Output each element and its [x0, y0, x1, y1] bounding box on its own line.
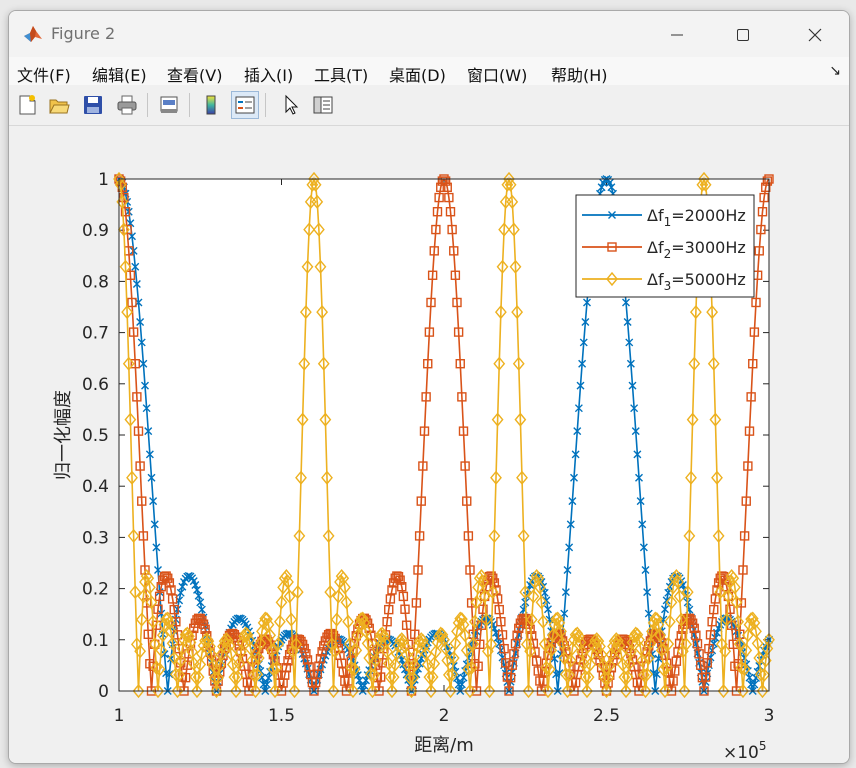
x-tick-label: 1.5 — [268, 706, 295, 726]
x-tick-label: 2 — [439, 706, 450, 726]
x-tick-label: 3 — [764, 706, 775, 726]
maximize-button[interactable] — [719, 19, 767, 51]
y-axis-label: 归一化幅度 — [53, 390, 74, 480]
legend[interactable]: Δf1=2000HzΔf2=3000HzΔf3=5000Hz — [575, 194, 755, 298]
open-file-button[interactable] — [45, 91, 73, 119]
save-button[interactable] — [79, 91, 107, 119]
open-file-icon — [49, 99, 70, 114]
menu-help[interactable]: 帮助(H) — [551, 62, 608, 86]
y-tick-label: 0.4 — [82, 477, 109, 497]
figure-canvas: 1 1.5 2 2.5 3 0 0.1 0.2 0.3 0.4 0.5 0.6 0.7 0.8 0.9 1 … — [9, 126, 849, 763]
insert-legend-button[interactable] — [231, 91, 259, 119]
x-tick-label: 2.5 — [593, 706, 620, 726]
x-exponent-label: ×105 — [723, 739, 767, 763]
menu-tools[interactable]: 工具(T) — [314, 62, 368, 86]
x-axis-label: 距离/m — [414, 735, 474, 756]
print-preview-button[interactable] — [155, 91, 183, 119]
print-button[interactable] — [113, 91, 141, 119]
print-icon — [117, 95, 137, 115]
y-tick-label: 0.3 — [82, 528, 109, 548]
close-button[interactable] — [791, 19, 839, 51]
figure-window: Figure 2 文件(F) 编辑(E) 查看(V) 插入(I) 工具(T) 桌… — [8, 10, 850, 764]
y-tick-label: 0.9 — [82, 221, 109, 241]
dock-arrow-icon[interactable]: ↘ — [829, 63, 841, 79]
new-figure-button[interactable] — [13, 91, 41, 119]
menu-bar: 文件(F) 编辑(E) 查看(V) 插入(I) 工具(T) 桌面(D) 窗口(W… — [9, 57, 849, 85]
line-chart: 1 1.5 2 2.5 3 0 0.1 0.2 0.3 0.4 0.5 0.6 0.7 0.8 0.9 1 … — [53, 170, 775, 763]
y-tick-label: 0.5 — [82, 426, 109, 446]
y-tick-label: 0.1 — [82, 631, 109, 651]
new-figure-icon — [19, 95, 36, 115]
close-icon — [808, 28, 822, 42]
toolbar — [9, 85, 849, 126]
legend-icon — [235, 96, 255, 114]
y-tick-label: 0.8 — [82, 272, 109, 292]
menu-desktop[interactable]: 桌面(D) — [389, 62, 446, 86]
menu-window[interactable]: 窗口(W) — [467, 62, 527, 86]
minimize-icon — [671, 34, 683, 36]
y-tick-label: 0.7 — [82, 324, 109, 344]
window-title: Figure 2 — [51, 24, 116, 43]
title-bar[interactable]: Figure 2 — [9, 11, 849, 57]
menu-edit[interactable]: 编辑(E) — [92, 62, 147, 86]
pointer-icon — [285, 94, 299, 115]
matlab-icon — [24, 26, 42, 42]
maximize-icon — [737, 29, 749, 41]
insert-colorbar-button[interactable] — [197, 91, 225, 119]
colorbar-icon — [206, 95, 216, 115]
x-tick-label: 1 — [114, 706, 125, 726]
menu-insert[interactable]: 插入(I) — [244, 62, 293, 86]
y-tick-label: 1 — [98, 170, 109, 190]
y-tick-label: 0.2 — [82, 580, 109, 600]
property-editor-icon — [313, 96, 333, 114]
x-tick-labels: 1 1.5 2 2.5 3 — [114, 706, 775, 726]
y-tick-label: 0.6 — [82, 375, 109, 395]
edit-plot-button[interactable] — [277, 91, 305, 119]
y-tick-labels: 0 0.1 0.2 0.3 0.4 0.5 0.6 0.7 0.8 0.9 1 — [82, 170, 109, 702]
toolbar-separator — [265, 93, 266, 117]
save-icon — [84, 96, 102, 114]
menu-view[interactable]: 查看(V) — [167, 62, 222, 86]
y-tick-label: 0 — [98, 682, 109, 702]
property-editor-button[interactable] — [309, 91, 337, 119]
toolbar-separator — [147, 93, 148, 117]
toolbar-separator — [189, 93, 190, 117]
menu-file[interactable]: 文件(F) — [17, 62, 71, 86]
print-preview-icon — [160, 96, 178, 113]
minimize-button[interactable] — [653, 19, 701, 51]
